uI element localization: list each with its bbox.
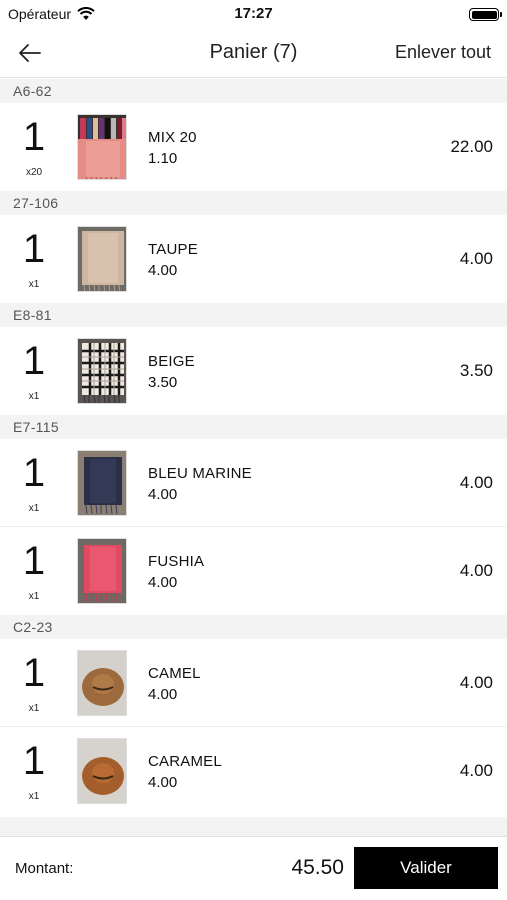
unit-price: 1.10 [148,150,178,167]
taupe-scarf-image [77,226,127,292]
item-multiplier: x1 [28,703,40,714]
product-name: BLEU MARINE [148,465,252,482]
product-name: TAUPE [148,241,198,258]
item-quantity: 1 [22,339,46,383]
item-quantity: 1 [22,539,46,583]
amount-label: Montant: [15,860,74,877]
cart-item-row[interactable]: 1 x1 CAMEL 4.00 4.00 [0,639,507,727]
unit-price: 4.00 [148,686,178,703]
cart-item-row[interactable]: 1 x20 MIX 20 1.10 22.00 [0,103,507,191]
cart-item-row[interactable]: 1 x1 CARAMEL 4.00 4.00 [0,727,507,815]
line-total: 4.00 [459,561,493,580]
line-total: 4.00 [459,761,493,780]
product-name: BEIGE [148,353,195,370]
cart-item-row[interactable]: 1 x1 BLEU MARINE 4.00 4.00 [0,439,507,527]
item-multiplier: x1 [28,591,40,602]
clear-all-button[interactable]: Enlever tout [395,42,491,63]
amount-value: 45.50 [291,856,344,879]
unit-price: 4.00 [148,774,178,791]
product-name: CAMEL [148,665,201,682]
line-total: 3.50 [459,361,493,380]
battery-icon [469,8,502,21]
product-name: FUSHIA [148,553,205,570]
cart-item-row[interactable]: 1 x1 FUSHIA 4.00 4.00 [0,527,507,615]
section-header: 27-106 [0,191,507,215]
cart-list: A6-62 1 x20 MIX 20 1.10 22.00 27-106 1 x… [0,79,507,815]
navy-scarf-image [77,450,127,516]
cart-item-row[interactable]: 1 x1 BEIGE 3.50 3.50 [0,327,507,415]
section-header: E7-115 [0,415,507,439]
item-quantity: 1 [22,739,46,783]
section-header: A6-62 [0,79,507,103]
back-arrow-icon [19,44,41,62]
item-quantity: 1 [22,115,46,159]
fuchsia-scarf-image [77,538,127,604]
unit-price: 4.00 [148,486,178,503]
item-multiplier: x1 [28,503,40,514]
item-multiplier: x1 [28,279,40,290]
line-total: 4.00 [459,473,493,492]
item-quantity: 1 [22,451,46,495]
product-name: MIX 20 [148,129,197,146]
section-header: C2-23 [0,615,507,639]
item-multiplier: x20 [25,167,43,178]
item-quantity: 1 [22,227,46,271]
clock: 17:27 [234,5,273,22]
navigation-bar: Panier (7) Enlever tout [0,28,507,78]
item-multiplier: x1 [28,791,40,802]
unit-price: 4.00 [148,574,178,591]
item-quantity: 1 [22,651,46,695]
camel-hat-image [77,650,127,716]
list-bottom-spacer [0,817,507,836]
item-multiplier: x1 [28,391,40,402]
unit-price: 3.50 [148,374,178,391]
line-total: 22.00 [450,137,493,156]
line-total: 4.00 [459,249,493,268]
unit-price: 4.00 [148,262,178,279]
product-name: CARAMEL [148,753,222,770]
status-bar: Opérateur 17:27 [0,0,507,28]
section-header: E8-81 [0,303,507,327]
cart-item-row[interactable]: 1 x1 TAUPE 4.00 4.00 [0,215,507,303]
caramel-hat-image [77,738,127,804]
multi-scarves-image [77,114,127,180]
validate-button[interactable]: Valider [354,847,498,889]
line-total: 4.00 [459,673,493,692]
plaid-scarf-image [77,338,127,404]
checkout-footer: Montant: 45.50 Valider [0,836,507,900]
back-button[interactable] [14,38,46,68]
